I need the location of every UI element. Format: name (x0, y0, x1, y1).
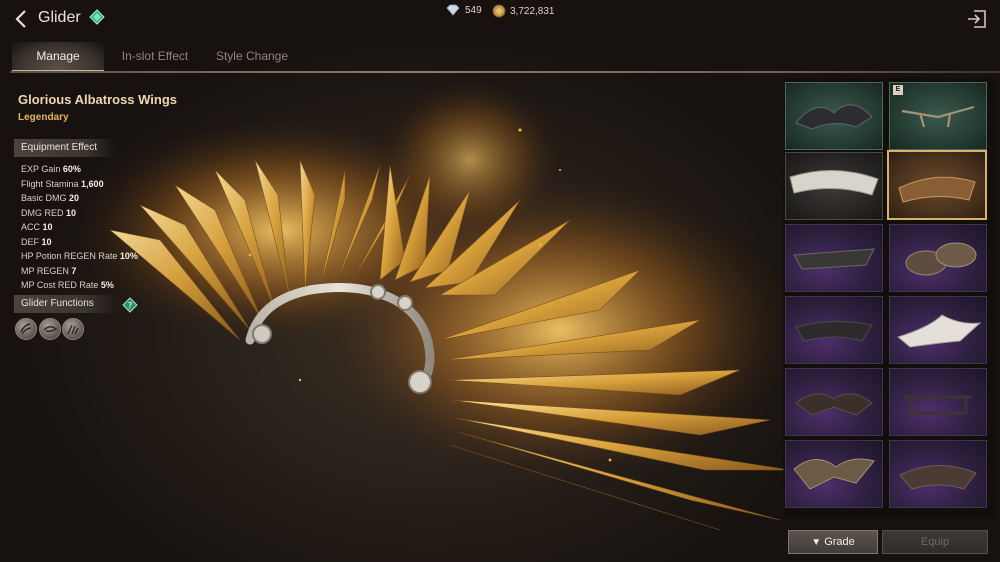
stat-row: ACC 10 (21, 222, 53, 232)
gold-currency: 3,722,831 (492, 4, 555, 18)
spiral-glide-icon[interactable] (39, 318, 61, 340)
wing-boost-icon[interactable] (62, 318, 84, 340)
frame-glider-icon (904, 395, 972, 415)
white-wing-glider-icon (896, 314, 982, 348)
shadow-glider-icon (795, 320, 873, 342)
glider-slot[interactable] (889, 368, 987, 436)
item-grade: Legendary (18, 112, 69, 123)
tab-bar: Manage In-slot Effect Style Change (0, 42, 1000, 74)
top-bar: Glider 549 3,722,831 (0, 0, 1000, 40)
bone-glider-icon (901, 105, 975, 128)
tab-manage[interactable]: Manage (12, 42, 104, 72)
exit-icon[interactable] (966, 9, 988, 29)
stat-row: DMG RED 10 (21, 207, 77, 218)
glider-slot[interactable] (785, 440, 883, 508)
glider-functions-heading: Glider Functions (14, 295, 116, 313)
stat-row: MP Cost RED Rate 5% (21, 280, 114, 290)
emerald-gem-icon (89, 9, 105, 25)
tab-in-slot-effect[interactable]: In-slot Effect (112, 42, 198, 70)
stat-row: DEF 10 (21, 236, 52, 247)
diamond-icon (446, 4, 460, 16)
svg-text:?: ? (128, 302, 133, 312)
white-feather-glider-icon (789, 170, 879, 196)
glider-slot[interactable] (889, 224, 987, 292)
equip-button[interactable]: Equip (882, 530, 988, 554)
glider-slot[interactable] (785, 296, 883, 364)
page-title: Glider (38, 9, 81, 26)
fur-glider-icon (898, 176, 976, 203)
barrel-glider-icon (905, 242, 977, 276)
stat-row: EXP Gain 60% (21, 164, 81, 174)
glider-collection-grid: E (783, 78, 995, 518)
dragon-glider-icon (793, 458, 875, 490)
glider-slot[interactable] (889, 440, 987, 508)
bat-glider-icon (795, 393, 873, 416)
stat-row: Flight Stamina 1,600 (21, 178, 104, 189)
tab-style-change[interactable]: Style Change (208, 42, 296, 70)
diamond-amount: 549 (465, 4, 482, 16)
help-gem-icon[interactable]: ? (122, 297, 138, 313)
tab-divider (10, 71, 1000, 73)
back-arrow-icon[interactable] (12, 8, 32, 30)
dark-glider-icon (795, 104, 873, 130)
mech-glider-icon (793, 248, 875, 270)
glider-slot[interactable] (889, 296, 987, 364)
equipment-effect-heading: Equipment Effect (14, 139, 116, 157)
gold-coin-icon (492, 4, 506, 18)
stat-row: Basic DMG 20 (21, 193, 80, 203)
glider-slot[interactable] (785, 368, 883, 436)
chevron-down-icon: ▼ (811, 537, 822, 548)
equipment-effect-list: EXP Gain 60% Flight Stamina 1,600 Basic … (21, 162, 138, 293)
stat-row: MP REGEN 7 (21, 265, 77, 276)
grade-button-label: Grade (824, 536, 855, 548)
stat-row: HP Potion REGEN Rate 10% (21, 251, 138, 261)
glider-slot[interactable] (785, 224, 883, 292)
glider-slot[interactable] (785, 82, 883, 150)
grade-sort-button[interactable]: ▼ Grade (788, 530, 878, 554)
wind-dash-icon[interactable] (15, 318, 37, 340)
item-name: Glorious Albatross Wings (18, 92, 178, 107)
glider-slot-selected[interactable] (887, 150, 987, 220)
leather-glider-icon (899, 464, 977, 490)
glider-slot[interactable] (785, 152, 883, 220)
gold-amount: 3,722,831 (510, 5, 555, 17)
game-screen: Glider 549 3,722,831 Manage In-slot Effe… (0, 0, 1000, 562)
diamond-currency: 549 (445, 4, 482, 16)
glider-slot-equipped[interactable]: E (889, 82, 987, 150)
